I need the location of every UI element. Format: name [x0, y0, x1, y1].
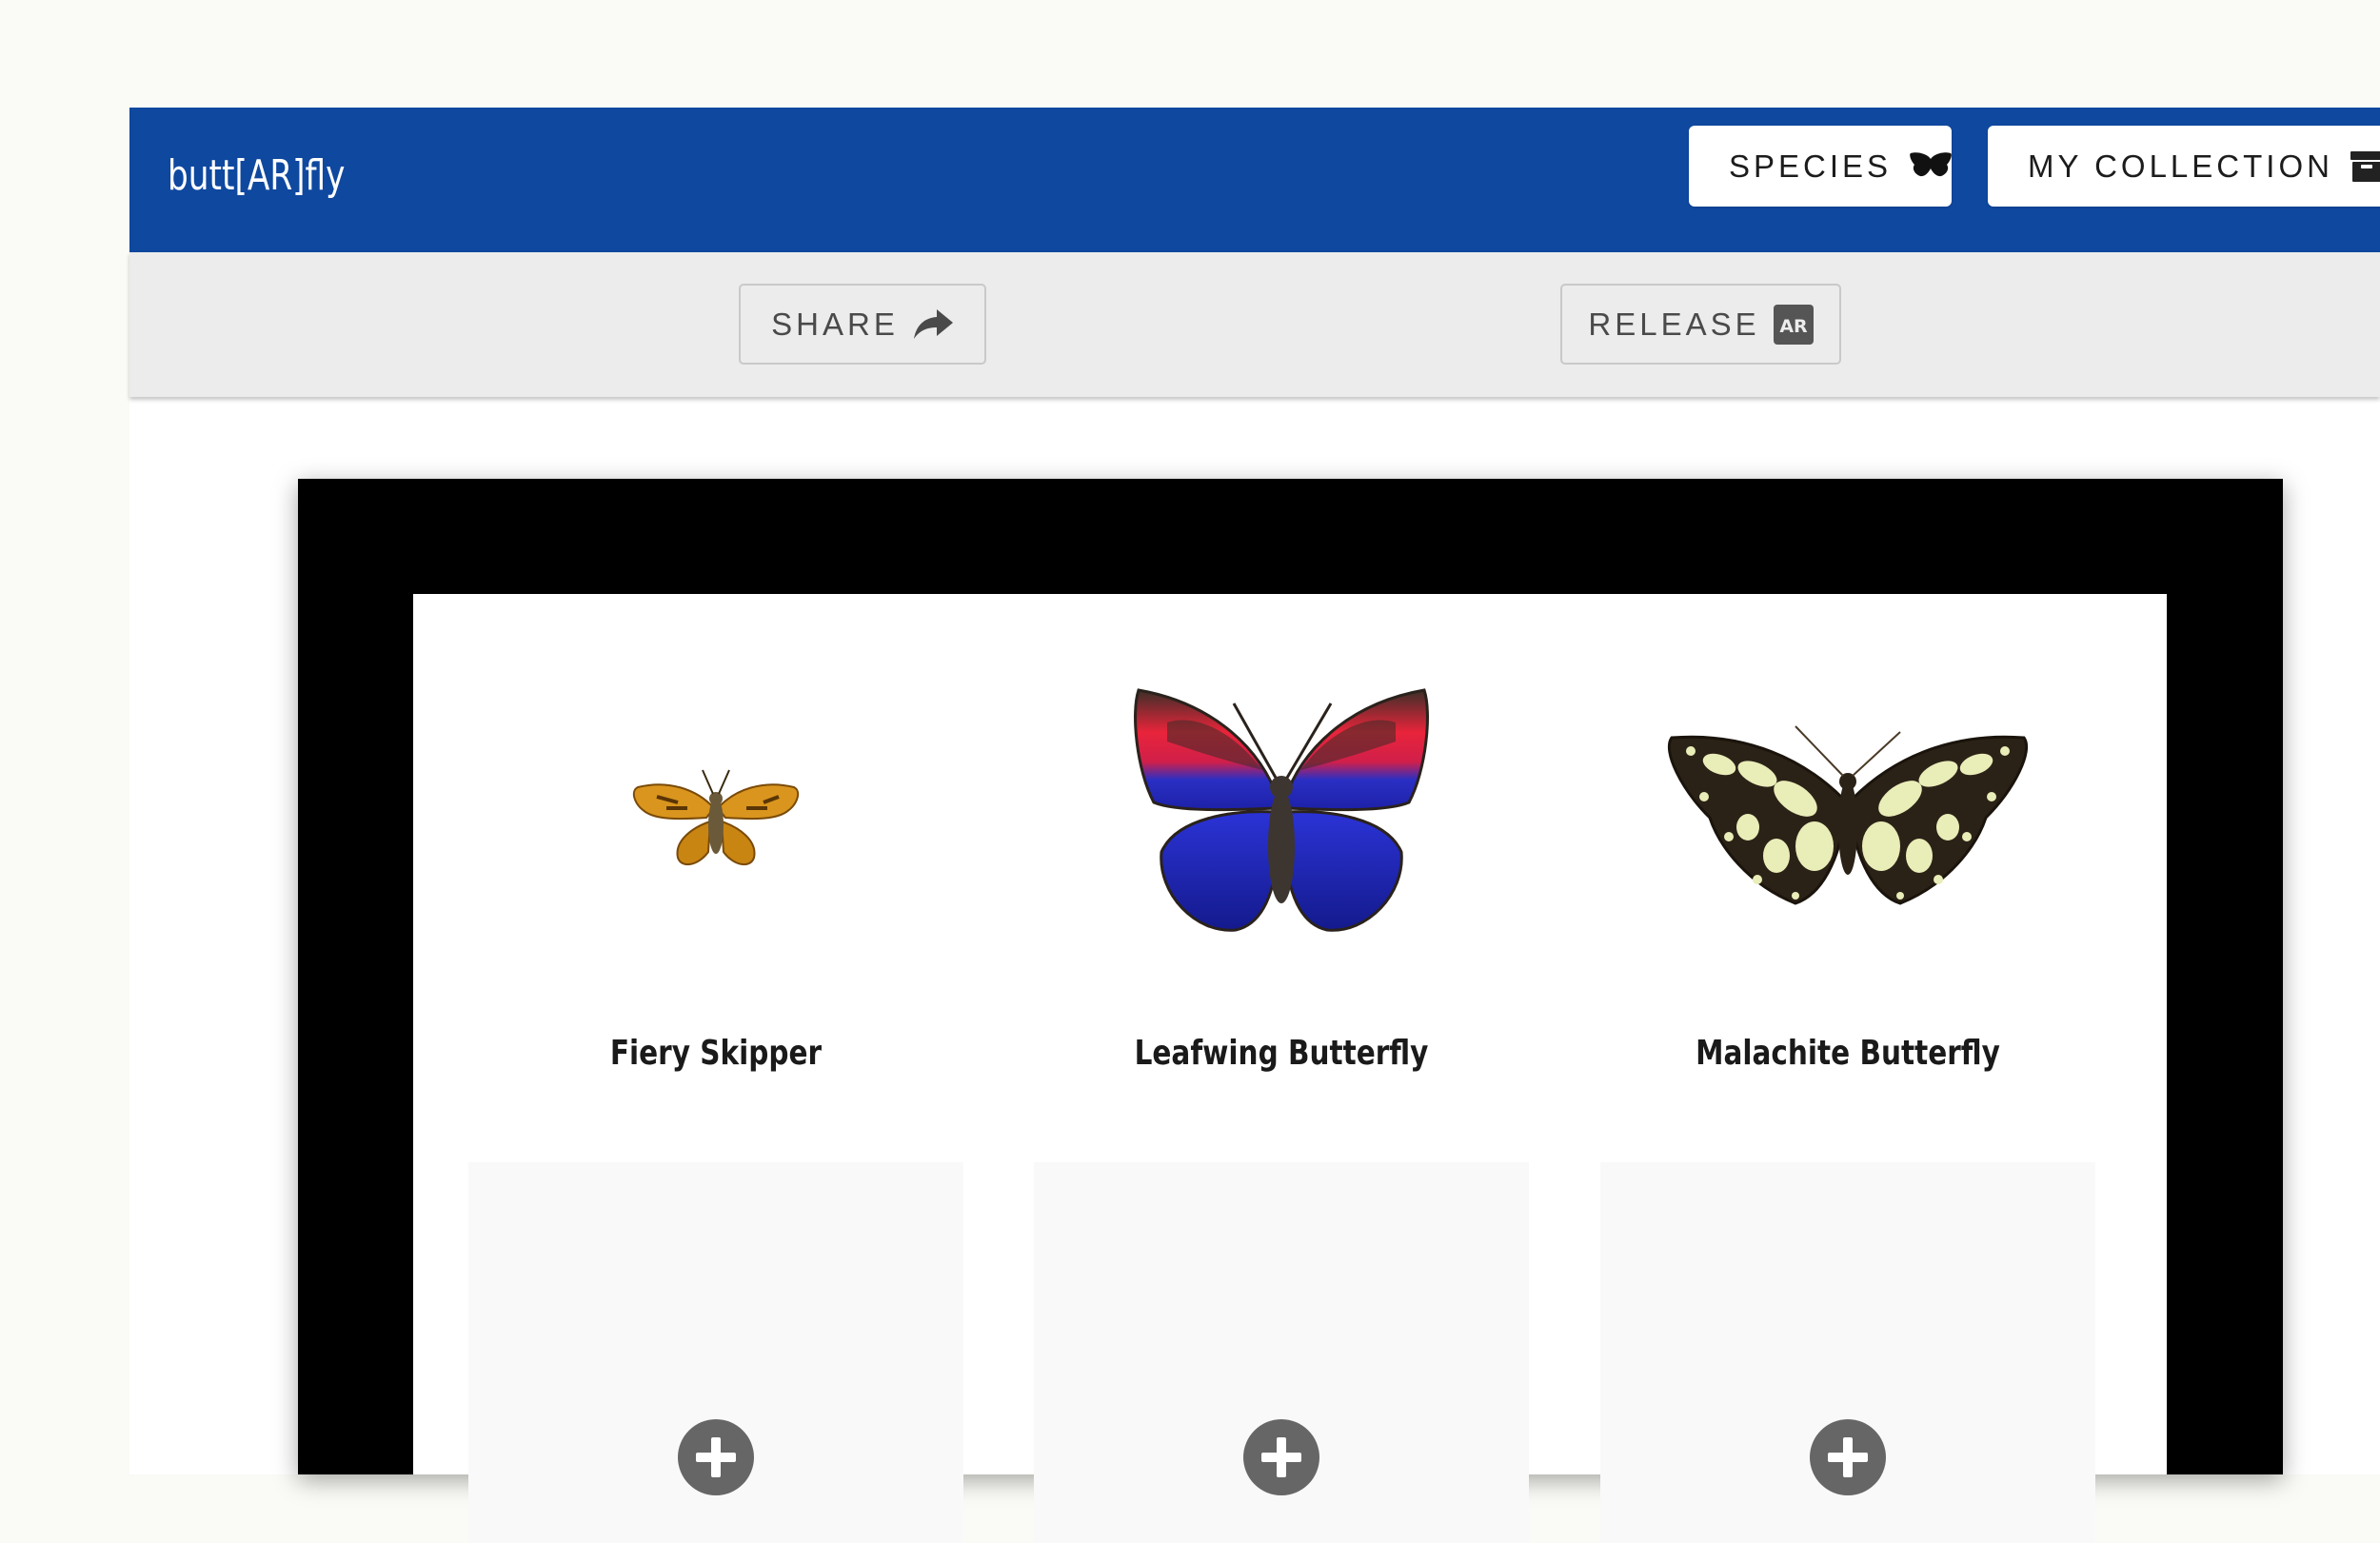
my-collection-button[interactable]: MY COLLECTION — [1988, 126, 2380, 207]
ar-icon: AR — [1773, 304, 1814, 345]
specimen-card[interactable]: Fiery Skipper — [468, 594, 963, 1127]
brand-logo[interactable]: butt[AR]fly — [168, 151, 345, 200]
svg-text:AR: AR — [1779, 316, 1808, 337]
add-plus-icon[interactable] — [1810, 1419, 1886, 1495]
malachite-butterfly-image — [1600, 670, 2095, 956]
specimen-name: Leafwing Butterfly — [1134, 1034, 1429, 1073]
species-label: SPECIES — [1729, 148, 1893, 184]
add-plus-icon[interactable] — [1243, 1419, 1319, 1495]
action-toolbar — [129, 252, 2380, 397]
leafwing-butterfly-image — [1034, 670, 1529, 956]
empty-slot[interactable] — [468, 1162, 963, 1543]
share-arrow-icon — [912, 307, 954, 342]
species-button[interactable]: SPECIES — [1689, 126, 1952, 207]
archive-icon — [2350, 150, 2380, 182]
share-button[interactable]: SHARE — [739, 284, 986, 365]
specimen-name: Malachite Butterfly — [1696, 1034, 2000, 1073]
fiery-skipper-image — [468, 670, 963, 956]
collection-board: Fiery Skipper Leafwing Butterfly Malachi… — [413, 594, 2167, 1543]
release-label: RELEASE — [1588, 306, 1760, 342]
top-navbar: butt[AR]fly SPECIES MY COLLECTION — [129, 108, 2380, 252]
butterfly-icon — [1909, 151, 1953, 182]
my-collection-label: MY COLLECTION — [2028, 148, 2333, 184]
add-plus-icon[interactable] — [678, 1419, 754, 1495]
specimen-name: Fiery Skipper — [609, 1034, 823, 1073]
empty-slot[interactable] — [1600, 1162, 2095, 1543]
specimen-card[interactable]: Leafwing Butterfly — [1034, 594, 1529, 1127]
release-button[interactable]: RELEASE AR — [1560, 284, 1841, 365]
share-label: SHARE — [771, 306, 899, 342]
specimen-card[interactable]: Malachite Butterfly — [1600, 594, 2095, 1127]
empty-slot[interactable] — [1034, 1162, 1529, 1543]
